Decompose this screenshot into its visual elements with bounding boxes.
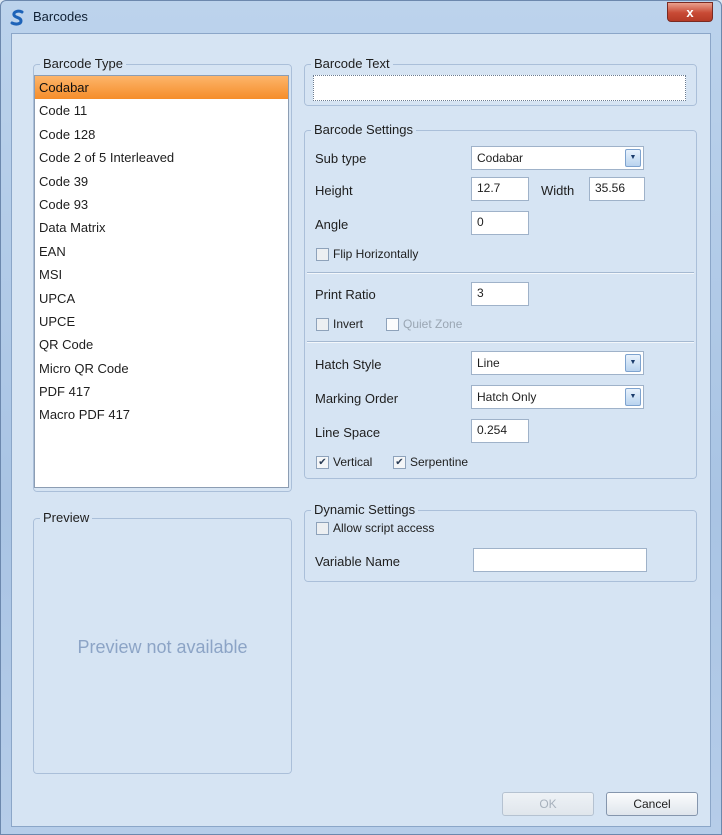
hatch-style-value: Line bbox=[477, 356, 500, 370]
vertical-checkbox[interactable]: ✔ bbox=[316, 456, 329, 469]
list-item[interactable]: Data Matrix bbox=[35, 216, 288, 239]
list-item[interactable]: Code 39 bbox=[35, 170, 288, 193]
flip-horizontally-checkbox[interactable] bbox=[316, 248, 329, 261]
marking-order-label: Marking Order bbox=[315, 391, 399, 406]
checkmark-icon: ✔ bbox=[318, 457, 327, 468]
list-item[interactable]: Micro QR Code bbox=[35, 357, 288, 380]
vertical-label: Vertical bbox=[333, 455, 373, 469]
hatch-style-combo[interactable]: Line ▼ bbox=[471, 351, 644, 375]
settings-divider-1 bbox=[307, 272, 694, 274]
settings-divider-2 bbox=[307, 341, 694, 343]
height-label: Height bbox=[315, 183, 353, 198]
invert-label: Invert bbox=[333, 317, 364, 331]
ok-button[interactable]: OK bbox=[502, 792, 594, 816]
angle-input[interactable]: 0 bbox=[471, 211, 529, 235]
barcode-type-list[interactable]: Codabar Code 11 Code 128 Code 2 of 5 Interl… bbox=[34, 75, 289, 488]
barcode-text-group: Barcode Text bbox=[304, 56, 697, 106]
marking-order-value: Hatch Only bbox=[477, 390, 537, 404]
list-item[interactable]: Code 2 of 5 Interleaved bbox=[35, 146, 288, 169]
dialog-client-area: Barcode Type Codabar Code 11 Code 128 Code … bbox=[11, 33, 711, 827]
serpentine-label: Serpentine bbox=[410, 455, 469, 469]
print-ratio-label: Print Ratio bbox=[315, 287, 376, 302]
quiet-zone-checkbox[interactable] bbox=[386, 318, 399, 331]
preview-message: Preview not available bbox=[77, 637, 248, 657]
width-label: Width bbox=[541, 183, 575, 198]
list-item[interactable]: QR Code bbox=[35, 333, 288, 356]
barcodes-dialog: Barcodes x Barcode Type Codabar Code 11 Co… bbox=[0, 0, 722, 835]
invert-checkbox[interactable] bbox=[316, 318, 329, 331]
checkmark-icon: ✔ bbox=[395, 457, 404, 468]
window-title: Barcodes bbox=[33, 9, 88, 24]
hatch-style-label: Hatch Style bbox=[315, 357, 382, 372]
flip-horizontally-label: Flip Horizontally bbox=[333, 247, 419, 261]
list-item[interactable]: Code 11 bbox=[35, 99, 288, 122]
chevron-down-icon[interactable]: ▼ bbox=[625, 388, 641, 406]
cancel-button[interactable]: Cancel bbox=[606, 792, 698, 816]
list-item[interactable]: Code 93 bbox=[35, 193, 288, 216]
height-input[interactable]: 12.7 bbox=[471, 177, 529, 201]
sub-type-combo[interactable]: Codabar ▼ bbox=[471, 146, 644, 170]
preview-group: Preview Preview not available bbox=[33, 510, 292, 774]
close-button[interactable]: x bbox=[667, 2, 713, 22]
list-item[interactable]: Codabar bbox=[35, 76, 288, 100]
chevron-down-icon[interactable]: ▼ bbox=[625, 149, 641, 167]
quiet-zone-label: Quiet Zone bbox=[403, 317, 463, 331]
serpentine-checkbox[interactable]: ✔ bbox=[393, 456, 406, 469]
print-ratio-input[interactable]: 3 bbox=[471, 282, 529, 306]
app-logo-icon bbox=[10, 9, 24, 26]
line-space-label: Line Space bbox=[315, 425, 381, 440]
line-space-input[interactable]: 0.254 bbox=[471, 419, 529, 443]
list-item[interactable]: Code 128 bbox=[35, 123, 288, 146]
barcode-settings-group: Barcode Settings Sub type Codabar ▼ Heig… bbox=[304, 122, 697, 479]
title-bar: Barcodes x bbox=[1, 1, 721, 33]
list-item[interactable]: UPCA bbox=[35, 287, 288, 310]
width-input[interactable]: 35.56 bbox=[589, 177, 645, 201]
dynamic-settings-legend: Dynamic Settings bbox=[311, 502, 419, 517]
list-item[interactable]: PDF 417 bbox=[35, 380, 288, 403]
list-item[interactable]: MSI bbox=[35, 263, 288, 286]
barcode-text-legend: Barcode Text bbox=[311, 56, 393, 71]
preview-legend: Preview bbox=[40, 510, 93, 525]
allow-script-label: Allow script access bbox=[333, 521, 435, 535]
sub-type-value: Codabar bbox=[477, 151, 524, 165]
list-item[interactable]: UPCE bbox=[35, 310, 288, 333]
barcode-settings-legend: Barcode Settings bbox=[311, 122, 417, 137]
marking-order-combo[interactable]: Hatch Only ▼ bbox=[471, 385, 644, 409]
barcode-text-input[interactable] bbox=[313, 75, 686, 101]
allow-script-checkbox[interactable] bbox=[316, 522, 329, 535]
list-item[interactable]: Macro PDF 417 bbox=[35, 403, 288, 426]
angle-label: Angle bbox=[315, 217, 349, 232]
variable-name-label: Variable Name bbox=[315, 554, 401, 569]
sub-type-label: Sub type bbox=[315, 151, 367, 166]
variable-name-input[interactable] bbox=[473, 548, 647, 572]
chevron-down-icon[interactable]: ▼ bbox=[625, 354, 641, 372]
dynamic-settings-group: Dynamic Settings Allow script access Var… bbox=[304, 502, 697, 582]
barcode-type-legend: Barcode Type bbox=[40, 56, 126, 71]
list-item[interactable]: EAN bbox=[35, 240, 288, 263]
